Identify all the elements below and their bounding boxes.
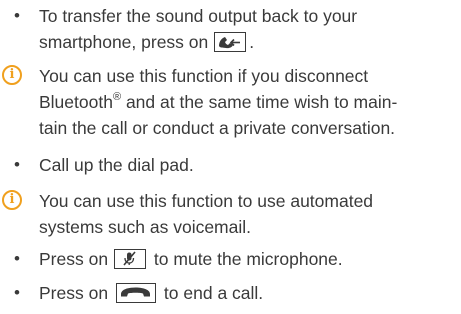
mute-microphone-key xyxy=(114,248,147,269)
text-fragment: smartphone, press on xyxy=(39,32,209,52)
text-line: To transfer the sound output back to you… xyxy=(39,6,358,26)
registered-mark: ® xyxy=(112,91,122,104)
bullet-marker: • xyxy=(14,249,20,268)
list-item-text: Call up the dial pad. xyxy=(39,152,459,178)
bullet-marker: • xyxy=(14,6,20,25)
hang-up-icon xyxy=(121,287,151,297)
text-fragment: and at the same time wish to main- xyxy=(125,92,398,112)
bullet-marker: • xyxy=(14,155,20,174)
text-line: You can use this function if you disconn… xyxy=(39,66,369,86)
text-fragment: Press on xyxy=(39,249,109,269)
text-line: Press on to end a call. xyxy=(39,280,459,306)
muted-microphone-icon xyxy=(123,251,136,266)
text-line: tain the call or conduct a private conve… xyxy=(39,118,396,138)
text-fragment: to end a call. xyxy=(159,283,264,303)
text-fragment: to mute the microphone. xyxy=(149,249,343,269)
text-line: systems such as voicemail. xyxy=(39,217,252,237)
info-icon: i xyxy=(2,65,22,85)
handset-with-arrow-icon xyxy=(219,36,241,48)
text-line: smartphone, press on . xyxy=(39,29,459,55)
info-note-text: You can use this function to use automat… xyxy=(39,188,459,240)
list-item-text: To transfer the sound output back to you… xyxy=(39,3,459,55)
transfer-to-phone-key xyxy=(214,31,247,52)
list-item-text: Press on to mute the microphone. xyxy=(39,246,459,272)
list-item-text: Press on to end a call. xyxy=(39,280,459,306)
end-call-key xyxy=(116,282,157,303)
text-line: Bluetooth® and at the same time wish to … xyxy=(39,89,459,115)
info-icon: i xyxy=(2,190,22,210)
text-line: Press on to mute the microphone. xyxy=(39,246,459,272)
bullet-marker: • xyxy=(14,283,20,302)
text-line: Call up the dial pad. xyxy=(39,155,194,175)
text-fragment: . xyxy=(249,32,255,52)
text-line: You can use this function to use automat… xyxy=(39,191,374,211)
info-note-text: You can use this function if you disconn… xyxy=(39,63,459,141)
text-fragment: Press on xyxy=(39,283,109,303)
text-fragment: Bluetooth xyxy=(39,92,113,112)
